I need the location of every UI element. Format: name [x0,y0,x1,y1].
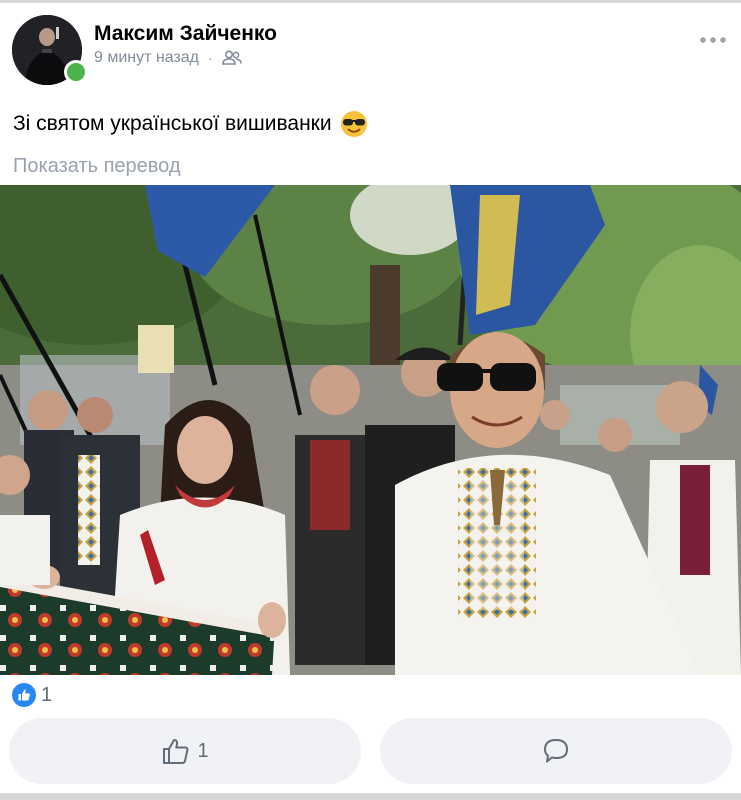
post-text-row: Зі святом української вишиванки [13,110,368,138]
post-photo[interactable] [0,185,741,675]
comment-button[interactable] [380,718,732,784]
like-button[interactable]: 1 [9,718,361,784]
top-divider [0,0,741,3]
reactions-summary[interactable]: 1 [12,683,52,707]
online-status-indicator [64,60,88,84]
author-name[interactable]: Максим Зайченко [94,22,277,46]
comment-icon [544,739,568,763]
bottom-divider [0,793,741,800]
post-meta: 9 минут назад · [94,49,242,67]
reactions-count: 1 [41,683,53,706]
sunglasses-face-emoji [340,111,367,137]
more-options-icon[interactable] [697,30,729,50]
like-reaction-icon [12,683,36,707]
friends-icon [221,50,242,65]
like-button-count: 1 [197,739,209,762]
meta-separator: · [208,50,213,66]
post-time[interactable]: 9 минут назад [94,49,199,67]
post-text: Зі святом української вишиванки [13,112,332,135]
thumbs-up-icon [163,739,189,764]
show-translation-link[interactable]: Показать перевод [13,155,181,178]
